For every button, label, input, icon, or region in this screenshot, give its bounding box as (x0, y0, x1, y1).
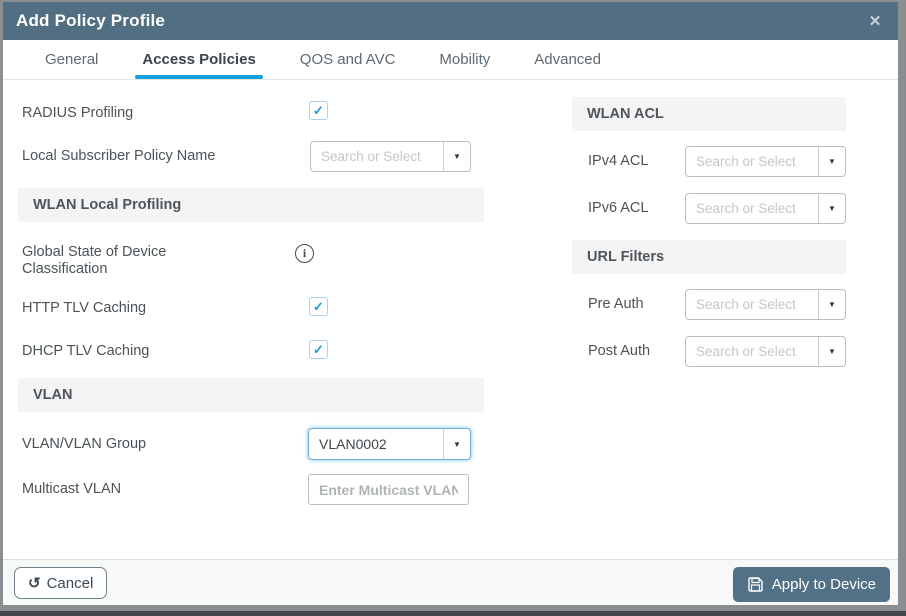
http-tlv-caching-checkbox[interactable]: ✓ (309, 297, 328, 316)
vlan-vlan-group-select[interactable]: ▼ (308, 428, 471, 460)
cancel-button[interactable]: ↺ Cancel (14, 567, 107, 599)
tab-access-policies[interactable]: Access Policies (135, 40, 262, 79)
ipv4-acl-select[interactable]: ▼ (685, 146, 846, 177)
close-icon[interactable]: ✕ (864, 11, 886, 33)
dropdown-arrow-button[interactable]: ▼ (818, 337, 845, 366)
multicast-vlan-input[interactable] (308, 474, 469, 505)
check-icon: ✓ (313, 299, 324, 315)
chevron-down-icon: ▼ (828, 157, 836, 166)
dropdown-arrow-button[interactable]: ▼ (818, 194, 845, 223)
vlan-vlan-group-input[interactable] (309, 429, 443, 459)
apply-button-label: Apply to Device (772, 576, 876, 593)
radius-profiling-checkbox[interactable]: ✓ (309, 101, 328, 120)
wlan-acl-header-label: WLAN ACL (587, 106, 664, 122)
bottom-edge-strip (0, 611, 906, 616)
dialog-titlebar: Add Policy Profile ✕ (3, 2, 898, 40)
global-state-label-line1: Global State of Device (22, 244, 166, 260)
dropdown-arrow-button[interactable]: ▼ (818, 290, 845, 319)
chevron-down-icon: ▼ (828, 347, 836, 356)
save-icon (747, 576, 764, 593)
chevron-down-icon: ▼ (828, 204, 836, 213)
local-subscriber-policy-select[interactable]: ▼ (310, 141, 471, 172)
tab-general[interactable]: General (38, 40, 105, 79)
cancel-button-label: Cancel (47, 575, 94, 592)
vlan-section-header: VLAN (18, 378, 484, 412)
ipv4-acl-input[interactable] (686, 147, 818, 176)
dhcp-tlv-caching-label: DHCP TLV Caching (22, 343, 149, 360)
dropdown-arrow-button[interactable]: ▼ (818, 147, 845, 176)
tab-advanced[interactable]: Advanced (527, 40, 608, 79)
ipv4-acl-label: IPv4 ACL (588, 153, 648, 170)
tab-qos-and-avc[interactable]: QOS and AVC (293, 40, 403, 79)
dialog-footer: ↺ Cancel Apply to Device (3, 559, 898, 605)
vlan-header-label: VLAN (33, 387, 72, 403)
url-filters-section-header: URL Filters (572, 240, 846, 274)
post-auth-input[interactable] (686, 337, 818, 366)
chevron-down-icon: ▼ (453, 152, 461, 161)
dialog-content: RADIUS Profiling ✓ Local Subscriber Poli… (3, 81, 898, 559)
dropdown-arrow-button[interactable]: ▼ (443, 429, 470, 459)
pre-auth-select[interactable]: ▼ (685, 289, 846, 320)
chevron-down-icon: ▼ (828, 300, 836, 309)
tab-mobility[interactable]: Mobility (432, 40, 497, 79)
check-icon: ✓ (313, 103, 324, 119)
multicast-vlan-label: Multicast VLAN (22, 481, 121, 498)
ipv6-acl-input[interactable] (686, 194, 818, 223)
wlan-local-profiling-section-header: WLAN Local Profiling (18, 188, 484, 222)
add-policy-profile-dialog: Add Policy Profile ✕ General Access Poli… (3, 2, 898, 605)
undo-icon: ↺ (28, 574, 41, 592)
post-auth-label: Post Auth (588, 343, 650, 360)
wlan-local-profiling-header-label: WLAN Local Profiling (33, 197, 181, 213)
radius-profiling-label: RADIUS Profiling (22, 105, 133, 122)
dropdown-arrow-button[interactable]: ▼ (443, 142, 470, 171)
ipv6-acl-select[interactable]: ▼ (685, 193, 846, 224)
ipv6-acl-label: IPv6 ACL (588, 200, 648, 217)
wlan-acl-section-header: WLAN ACL (572, 97, 846, 131)
post-auth-select[interactable]: ▼ (685, 336, 846, 367)
chevron-down-icon: ▼ (453, 440, 461, 449)
vlan-vlan-group-label: VLAN/VLAN Group (22, 436, 146, 453)
dialog-title: Add Policy Profile (3, 11, 165, 31)
pre-auth-label: Pre Auth (588, 296, 644, 313)
pre-auth-input[interactable] (686, 290, 818, 319)
local-subscriber-policy-name-label: Local Subscriber Policy Name (22, 148, 215, 165)
local-subscriber-policy-input[interactable] (311, 142, 443, 171)
info-icon[interactable]: i (295, 244, 314, 263)
global-state-label: Global State of Device Classification (22, 244, 166, 278)
url-filters-header-label: URL Filters (587, 249, 664, 265)
check-icon: ✓ (313, 342, 324, 358)
global-state-label-line2: Classification (22, 261, 107, 277)
tab-bar: General Access Policies QOS and AVC Mobi… (3, 40, 898, 80)
dhcp-tlv-caching-checkbox[interactable]: ✓ (309, 340, 328, 359)
http-tlv-caching-label: HTTP TLV Caching (22, 300, 146, 317)
apply-to-device-button[interactable]: Apply to Device (733, 567, 890, 602)
